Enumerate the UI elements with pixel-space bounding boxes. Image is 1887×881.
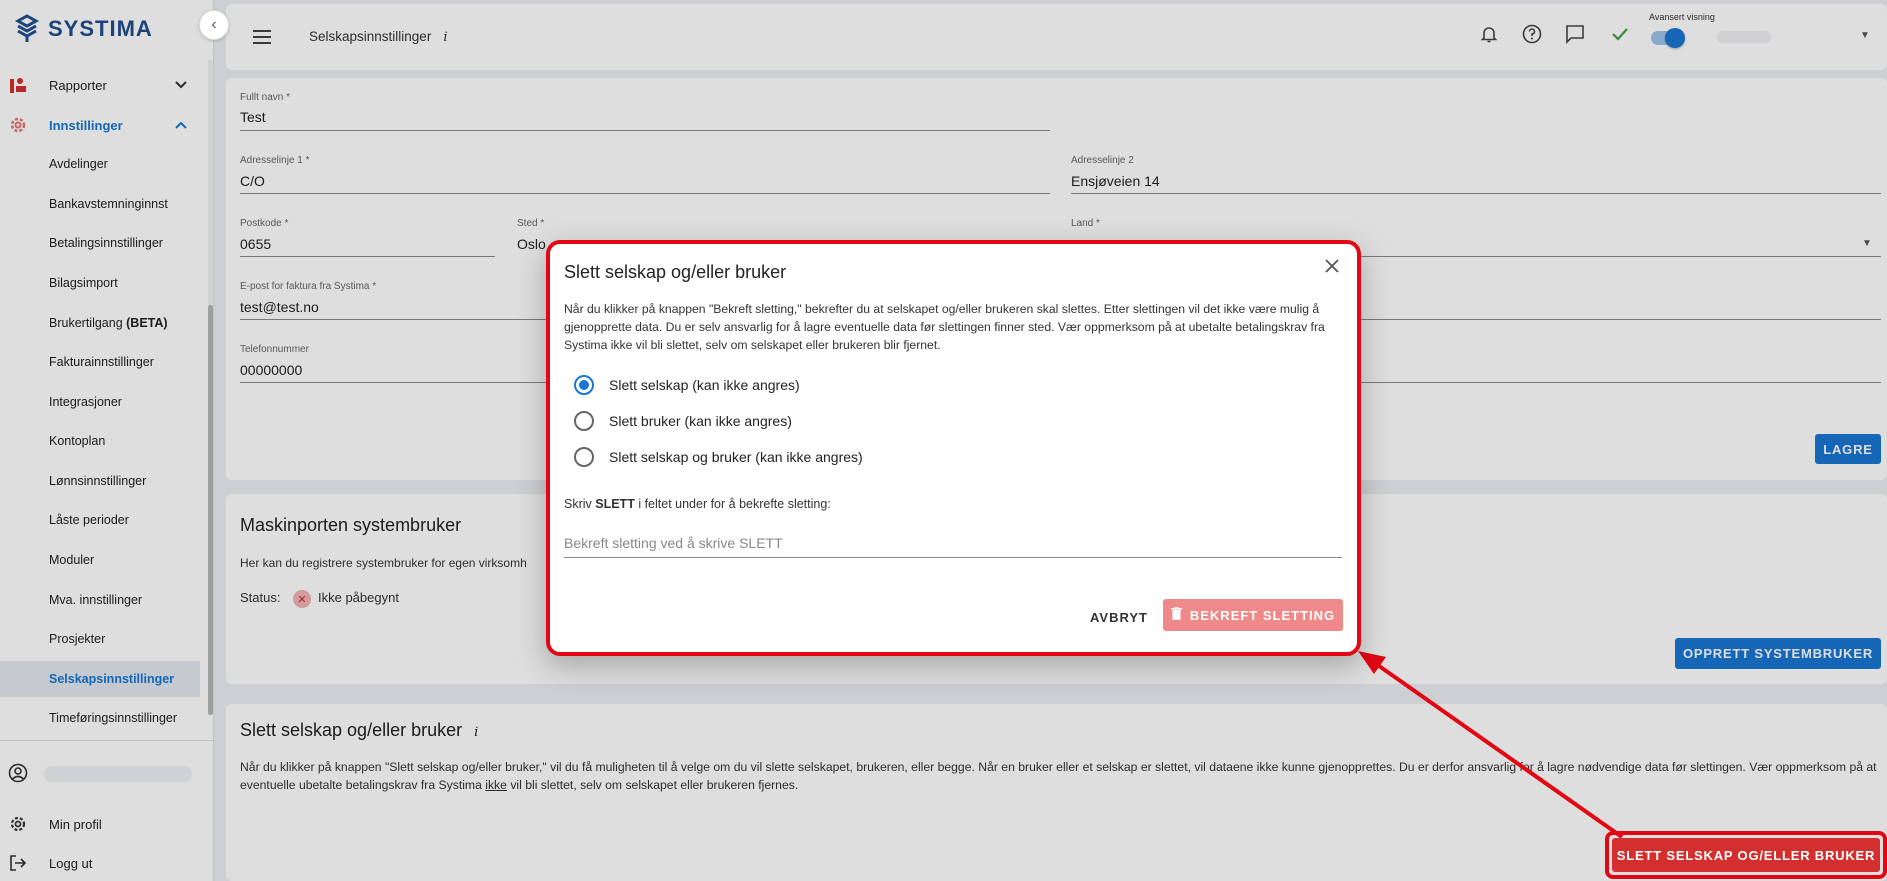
close-icon[interactable]	[1325, 256, 1339, 279]
delete-company-user-button[interactable]: SLETT SELSKAP OG/ELLER BRUKER	[1612, 838, 1880, 872]
collapse-sidebar-button[interactable]: ‹	[199, 10, 229, 40]
radio-unchecked[interactable]	[574, 447, 594, 467]
option-label: Slett selskap (kan ikke angres)	[609, 377, 800, 393]
delete-dialog: Slett selskap og/eller bruker Når du kli…	[546, 240, 1361, 656]
option-label: Slett bruker (kan ikke angres)	[609, 413, 792, 429]
option-label: Slett selskap og bruker (kan ikke angres…	[609, 449, 863, 465]
dialog-title: Slett selskap og/eller bruker	[564, 262, 787, 282]
radio-checked[interactable]	[574, 375, 594, 395]
cancel-button[interactable]: AVBRYT	[1090, 610, 1148, 625]
trash-icon	[1170, 607, 1182, 623]
option-delete-user[interactable]: Slett bruker (kan ikke angres)	[574, 410, 792, 432]
confirm-delete-input[interactable]	[564, 528, 1342, 558]
radio-unchecked[interactable]	[574, 411, 594, 431]
confirm-instruction: Skriv SLETT i feltet under for å bekreft…	[564, 497, 831, 511]
option-delete-company[interactable]: Slett selskap (kan ikke angres)	[574, 374, 800, 396]
confirm-delete-label: BEKREFT SLETTING	[1189, 607, 1336, 623]
option-delete-both[interactable]: Slett selskap og bruker (kan ikke angres…	[574, 446, 863, 468]
dialog-body-text: Når du klikker på knappen "Bekreft slett…	[564, 302, 1325, 352]
confirm-delete-button[interactable]: BEKREFT SLETTING	[1163, 599, 1343, 631]
chevron-left-icon: ‹	[211, 16, 217, 33]
